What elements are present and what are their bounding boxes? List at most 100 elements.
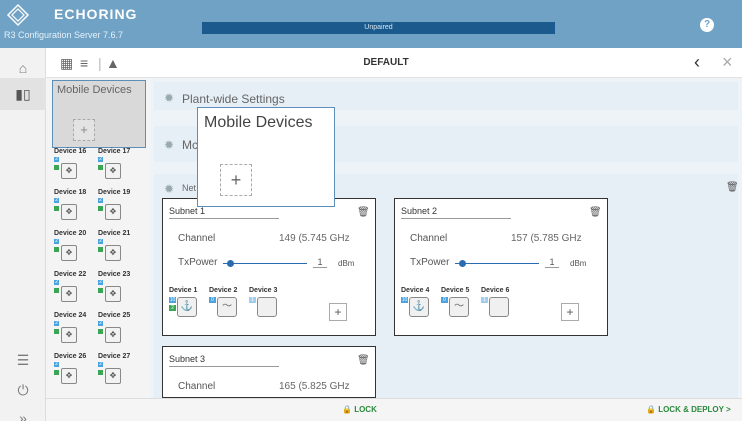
device-badge: 2 — [98, 156, 103, 162]
device-status-badge — [98, 165, 103, 170]
mobile-devices-box[interactable]: Mobile Devices + — [52, 80, 146, 148]
device-badge: 2 — [169, 305, 176, 311]
add-mobile-device-button[interactable]: + — [73, 119, 95, 141]
device-status-badge — [98, 288, 103, 293]
txpower-label: TxPower — [410, 257, 450, 268]
channel-value[interactable]: 165 (5.825 GHz — [279, 381, 350, 392]
device-badge: 1 — [481, 297, 488, 303]
empty-device-icon — [257, 297, 277, 317]
device-tile[interactable]: Device 20 2 ✥ — [54, 230, 94, 262]
channel-value[interactable]: 157 (5.785 GHz — [511, 233, 582, 244]
device-tile[interactable]: Device 27 2 ✥ — [98, 353, 138, 385]
subnet-3-card: Subnet 3 🗑 Channel 165 (5.825 GHz — [162, 346, 376, 398]
device-label: Device 27 — [98, 353, 131, 360]
device-badge: 2 — [54, 197, 59, 203]
device-tile[interactable]: Device 22 2 ✥ — [54, 271, 94, 303]
subnet-device[interactable]: Device 3 1 — [249, 287, 287, 317]
device-tile[interactable]: Device 24 2 ✥ — [54, 312, 94, 344]
move-icon: ✥ — [61, 327, 77, 343]
slider-knob[interactable] — [227, 260, 234, 267]
device-tile[interactable]: Device 25 2 ✥ — [98, 312, 138, 344]
device-tile[interactable]: Device 16 2 ✥ — [54, 148, 94, 180]
txpower-value[interactable]: 1 — [545, 257, 559, 268]
lock-deploy-button[interactable]: 🔒 LOCK & DEPLOY > — [646, 405, 731, 414]
network-title: Net — [182, 183, 197, 193]
subnet-device[interactable]: Device 5 0 〜 — [441, 287, 479, 317]
device-tile[interactable]: Device 17 2 ✥ — [98, 148, 138, 180]
device-badge: 2 — [98, 320, 103, 326]
plant-wide-settings-section[interactable]: ✹ Plant-wide Settings — [154, 82, 738, 110]
subnet-1-card: Subnet 1 🗑 Channel 149 (5.745 GHz TxPowe… — [162, 198, 376, 336]
help-icon[interactable]: ? — [700, 18, 714, 32]
anchor-icon: ⚓ — [177, 297, 197, 317]
device-status-badge — [98, 206, 103, 211]
device-badge: 10 — [169, 297, 176, 303]
device-label: Device 23 — [98, 271, 131, 278]
signal-icon: 〜 — [449, 297, 469, 317]
subnet-name: Subnet 2 — [401, 206, 511, 219]
add-device-button[interactable]: + — [329, 303, 347, 321]
bottom-bar: 🔒 LOCK 🔒 LOCK & DEPLOY > — [46, 398, 742, 421]
device-status-badge — [54, 165, 59, 170]
device-badge: 2 — [98, 361, 103, 367]
trash-icon[interactable]: 🗑 — [357, 207, 370, 218]
building-icon[interactable]: ▮▯ — [0, 78, 46, 110]
add-mobile-device-button[interactable]: + — [220, 164, 252, 196]
lock-button[interactable]: 🔒 LOCK — [342, 405, 377, 414]
move-icon: ✥ — [105, 327, 121, 343]
txpower-slider[interactable] — [223, 260, 307, 267]
device-label: Device 19 — [98, 189, 131, 196]
device-status-badge — [98, 247, 103, 252]
device-label: Device 20 — [54, 230, 87, 237]
device-badge: 10 — [401, 297, 408, 303]
device-tile[interactable]: Device 18 2 ✥ — [54, 189, 94, 221]
mobile-devices-popup: Mobile Devices + — [197, 107, 335, 207]
device-label: Device 25 — [98, 312, 131, 319]
add-device-button[interactable]: + — [561, 303, 579, 321]
mobile-devices-title: Mobile Devices — [57, 84, 132, 96]
grid-view-icon[interactable]: ▦ — [60, 55, 73, 71]
channel-value[interactable]: 149 (5.745 GHz — [279, 233, 350, 244]
page-title: DEFAULT — [363, 57, 409, 68]
device-badge: 2 — [54, 156, 59, 162]
signal-icon: 〜 — [217, 297, 237, 317]
move-icon: ✥ — [105, 368, 121, 384]
txpower-value[interactable]: 1 — [313, 257, 327, 268]
subnet-device[interactable]: Device 2 0 〜 — [209, 287, 247, 317]
toolbar: ▦ ≡ | ▲ DEFAULT ‹ × — [46, 48, 742, 78]
warning-icon[interactable]: ▲ — [106, 55, 120, 71]
device-label: Device 17 — [98, 148, 131, 155]
device-tile[interactable]: Device 26 2 ✥ — [54, 353, 94, 385]
empty-device-icon — [489, 297, 509, 317]
slider-knob[interactable] — [459, 260, 466, 267]
device-tile[interactable]: Device 19 2 ✥ — [98, 189, 138, 221]
device-label: Device 18 — [54, 189, 87, 196]
subnet-device[interactable]: Device 6 1 — [481, 287, 519, 317]
device-status-badge — [54, 206, 59, 211]
status-bar: Unpaired — [202, 22, 555, 34]
lock-icon: 🔒 — [342, 405, 355, 414]
chevron-left-icon[interactable]: ‹ — [694, 52, 700, 73]
list-view-icon[interactable]: ≡ — [80, 55, 88, 71]
popup-title: Mobile Devices — [204, 114, 313, 131]
close-icon[interactable]: × — [722, 52, 733, 73]
trash-icon[interactable]: 🗑 — [357, 355, 370, 366]
list-icon[interactable]: ☰ — [0, 344, 46, 376]
anchor-icon: ⚓ — [409, 297, 429, 317]
move-icon: ✥ — [61, 286, 77, 302]
trash-icon[interactable]: 🗑 — [589, 207, 602, 218]
move-icon: ✥ — [61, 204, 77, 220]
expand-icon[interactable]: » — [0, 402, 46, 421]
device-badge: 1 — [249, 297, 256, 303]
device-label: Device 2 — [209, 287, 238, 294]
plant-wide-settings-title: Plant-wide Settings — [182, 92, 285, 106]
txpower-slider[interactable] — [455, 260, 539, 267]
subnet-device[interactable]: Device 1 10 2 ⚓ — [169, 287, 207, 317]
trash-icon[interactable]: 🗑 — [726, 182, 739, 193]
device-tile[interactable]: Device 23 2 ✥ — [98, 271, 138, 303]
left-nav: ⌂ ▮▯ ☰ ⏻ » — [0, 48, 46, 421]
device-tile[interactable]: Device 21 2 ✥ — [98, 230, 138, 262]
move-icon: ✥ — [61, 163, 77, 179]
subnet-device[interactable]: Device 4 10 ⚓ — [401, 287, 439, 317]
divider: | — [98, 55, 102, 71]
